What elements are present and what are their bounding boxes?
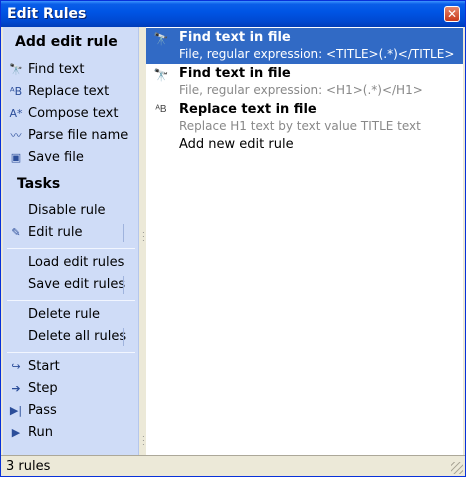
divider (123, 328, 124, 346)
divider (123, 224, 124, 242)
rule-name: Find text in file (179, 30, 291, 45)
rule-item[interactable]: 🔭 Find text in file File, regular expres… (146, 28, 463, 64)
window-title: Edit Rules (7, 6, 87, 22)
close-icon: ✕ (446, 7, 458, 21)
separator (7, 300, 135, 301)
splitter-grip-icon: · · · (142, 432, 145, 449)
replace-text-icon: ᴬB (155, 104, 167, 115)
rule-item[interactable]: 🔭 Find text in file File, regular expres… (146, 64, 463, 100)
edit-rule-link[interactable]: ✎ Edit rule (7, 223, 82, 243)
rule-name: Find text in file (179, 66, 291, 81)
add-compose-text-link[interactable]: A* Compose text (7, 104, 118, 124)
binoculars-icon: 🔭 (153, 68, 169, 82)
add-edit-rule-heading: Add edit rule (15, 34, 118, 50)
rule-description: File, regular expression: <TITLE>(.*)</T… (179, 47, 455, 61)
add-parse-file-name-link[interactable]: 〰 Parse file name (7, 126, 129, 146)
run-link[interactable]: ▶ Run (7, 423, 53, 443)
binoculars-icon: 🔭 (153, 32, 169, 46)
start-arrow-icon: ↪ (11, 360, 21, 373)
compose-text-icon: A* (9, 107, 23, 120)
parse-file-name-icon: 〰 (10, 129, 22, 142)
divider (123, 276, 124, 294)
step-link[interactable]: ➔ Step (7, 379, 57, 399)
replace-text-icon: ᴬB (9, 85, 23, 98)
delete-all-rules-link[interactable]: Delete all rules (7, 327, 126, 347)
rule-description: File, regular expression: <H1>(.*)</H1> (179, 83, 423, 97)
status-text: 3 rules (6, 459, 51, 474)
add-save-file-link[interactable]: ▣ Save file (7, 148, 84, 168)
tasks-heading: Tasks (17, 176, 61, 192)
separator (7, 352, 135, 353)
floppy-disk-icon: ▣ (10, 151, 22, 164)
pass-icon: ▶| (9, 404, 23, 417)
splitter-grip-icon: · · · (142, 228, 145, 245)
add-replace-text-link[interactable]: ᴬB Replace text (7, 82, 109, 102)
disable-rule-link[interactable]: Disable rule (7, 201, 106, 221)
close-button[interactable]: ✕ (444, 6, 460, 22)
add-find-text-link[interactable]: 🔭 Find text (7, 60, 84, 80)
delete-rule-link[interactable]: Delete rule (7, 305, 100, 325)
run-icon: ▶ (11, 426, 21, 439)
title-bar[interactable]: Edit Rules ✕ (1, 1, 465, 27)
separator (7, 248, 135, 249)
resize-grip-icon[interactable] (451, 462, 463, 474)
rule-item[interactable]: ᴬB Replace text in file Replace H1 text … (146, 100, 463, 136)
status-bar: 3 rules (1, 455, 465, 476)
add-new-edit-rule-link[interactable]: Add new edit rule (179, 137, 294, 152)
rules-list: 🔭 Find text in file File, regular expres… (146, 27, 463, 455)
start-link[interactable]: ↪ Start (7, 357, 59, 377)
save-edit-rules-link[interactable]: Save edit rules (7, 275, 125, 295)
rule-name: Replace text in file (179, 102, 317, 117)
rule-description: Replace H1 text by text value TITLE text (179, 119, 421, 133)
task-sidebar: Add edit rule 🔭 Find text ᴬB Replace text … (3, 27, 139, 455)
edit-rules-window: Edit Rules ✕ Add edit rule 🔭 Find text ᴬB… (0, 0, 466, 477)
load-edit-rules-link[interactable]: Load edit rules (7, 253, 124, 273)
pass-link[interactable]: ▶| Pass (7, 401, 57, 421)
step-arrow-icon: ➔ (11, 382, 21, 395)
edit-rule-icon: ✎ (11, 226, 21, 239)
binoculars-icon: 🔭 (9, 63, 23, 76)
